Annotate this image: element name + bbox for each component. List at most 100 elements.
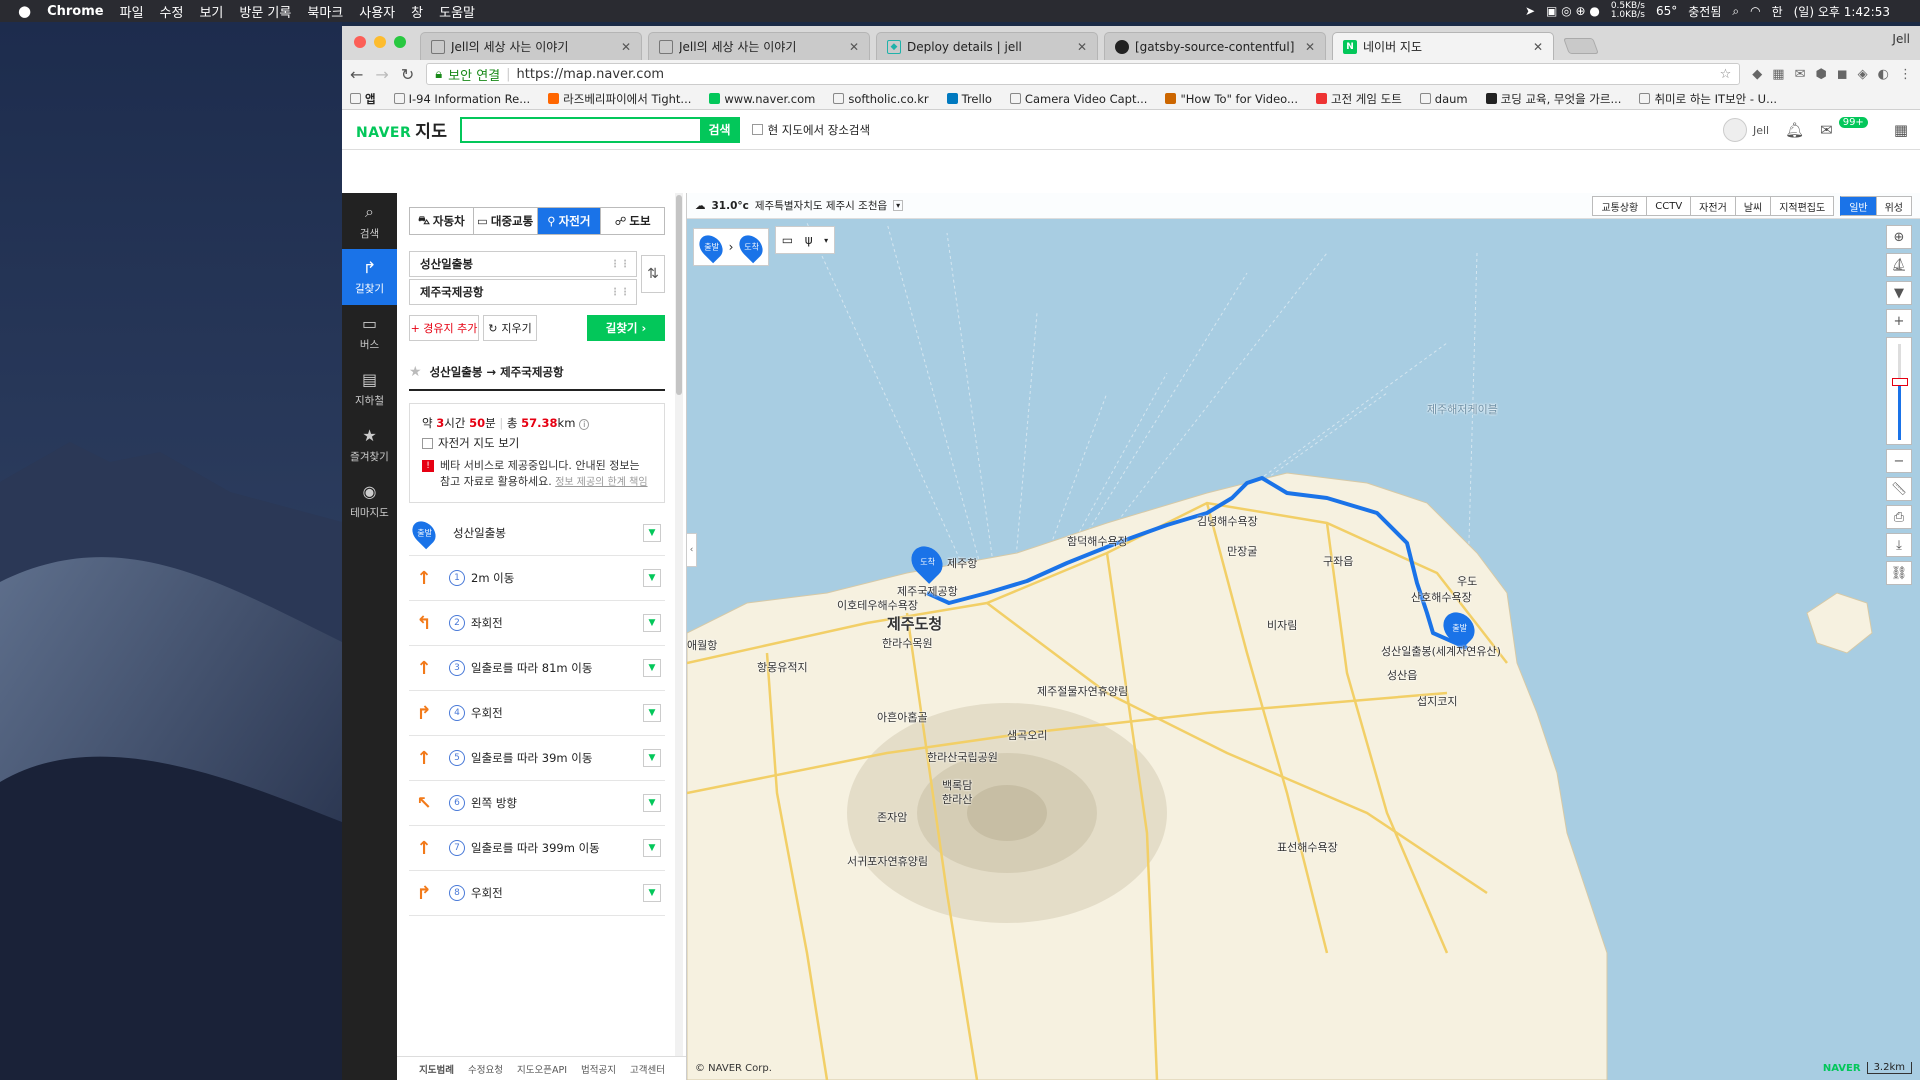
streetview-icon[interactable]: ▼ bbox=[643, 884, 661, 902]
add-waypoint-button[interactable]: + 경유지 추가 bbox=[409, 315, 479, 341]
area-search-checkbox[interactable]: 현 지도에서 장소검색 bbox=[751, 122, 870, 138]
extension-icon[interactable]: ▦ bbox=[1772, 67, 1784, 82]
nav-subway[interactable]: ▤ 지하철 bbox=[342, 361, 397, 417]
map-label[interactable]: 한라수목원 bbox=[882, 635, 933, 651]
map-label[interactable]: 비자림 bbox=[1267, 617, 1297, 633]
clear-button[interactable]: ↻ 지우기 bbox=[483, 315, 537, 341]
extension-icon[interactable]: ◼ bbox=[1837, 67, 1848, 82]
bookmark-item[interactable]: "How To" for Video... bbox=[1165, 92, 1298, 106]
minimize-window-button[interactable] bbox=[374, 36, 386, 48]
menu-bookmarks[interactable]: 북마크 bbox=[307, 2, 343, 21]
naver-logo[interactable]: NAVER 지도 bbox=[356, 117, 448, 142]
menu-history[interactable]: 방문 기록 bbox=[239, 2, 291, 21]
map-view[interactable]: ☁ 31.0°c 제주특별자치도 제주시 조천읍 ▾ 교통상황 CCTV 자전거… bbox=[687, 193, 1920, 1080]
footer-link-legal[interactable]: 법적공지 bbox=[581, 1062, 616, 1076]
bookmark-item[interactable]: www.naver.com bbox=[709, 92, 815, 106]
browser-tab[interactable]: [gatsby-source-contentful] Im ✕ bbox=[1104, 32, 1326, 60]
extension-icon[interactable]: ◆ bbox=[1752, 67, 1762, 82]
footer-link-legend[interactable]: 지도범례 bbox=[419, 1062, 454, 1076]
streetview-icon[interactable]: ▼ bbox=[643, 794, 661, 812]
map-label[interactable]: 제주항 bbox=[947, 555, 977, 571]
route-step[interactable]: ↱ 4 우회전 ▼ bbox=[409, 691, 665, 736]
nav-bus[interactable]: ▭ 버스 bbox=[342, 305, 397, 361]
close-tab-icon[interactable]: ✕ bbox=[1533, 40, 1543, 54]
info-icon[interactable]: i bbox=[579, 419, 590, 430]
nav-theme-map[interactable]: ◉ 테마지도 bbox=[342, 473, 397, 529]
drag-handle-icon[interactable]: ⋮⋮ bbox=[610, 287, 630, 298]
menu-icon[interactable]: ⋮ bbox=[1899, 67, 1912, 82]
swap-button[interactable]: ⇅ bbox=[641, 255, 665, 293]
bookmark-item[interactable]: Trello bbox=[946, 92, 992, 106]
origin-input[interactable]: 성산일출봉 ⋮⋮ bbox=[409, 251, 637, 277]
battery-status[interactable]: 충전됨 bbox=[1688, 3, 1721, 20]
route-step[interactable]: ↑ 1 2m 이동 ▼ bbox=[409, 556, 665, 601]
mode-bicycle[interactable]: ⚲ 자전거 bbox=[537, 208, 602, 234]
link-icon[interactable]: ⛓︎ bbox=[1886, 561, 1912, 585]
map-label[interactable]: 함덕해수욕장 bbox=[1067, 533, 1128, 549]
wifi-icon[interactable]: ◠ bbox=[1750, 4, 1760, 18]
zoom-in-button[interactable]: + bbox=[1886, 309, 1912, 333]
route-step[interactable]: ↑ 3 일출로를 따라 81m 이동 ▼ bbox=[409, 646, 665, 691]
bookmark-item[interactable]: daum bbox=[1419, 92, 1468, 106]
bus-icon[interactable]: ▭ bbox=[782, 233, 793, 247]
menu-edit[interactable]: 수정 bbox=[160, 2, 184, 21]
browser-tab-active[interactable]: N 네이버 지도 ✕ bbox=[1332, 32, 1554, 60]
search-button[interactable]: 검색 bbox=[699, 116, 740, 143]
map-label[interactable]: 만장굴 bbox=[1227, 543, 1257, 559]
address-bar[interactable]: 🔒︎ 보안 연결 | https://map.naver.com ☆ bbox=[426, 63, 1741, 85]
notice-link[interactable]: 정보 제공의 한계 책임 bbox=[555, 477, 647, 488]
streetview-icon[interactable]: ▼ bbox=[643, 749, 661, 767]
mode-walk[interactable]: ☍ 도보 bbox=[601, 208, 664, 234]
favorite-star-icon[interactable]: ★ bbox=[409, 364, 422, 380]
find-route-button[interactable]: 길찾기 › bbox=[587, 315, 665, 341]
input-lang[interactable]: 한 bbox=[1772, 3, 1783, 20]
chevron-down-icon[interactable]: ▾ bbox=[824, 236, 828, 245]
streetview-icon[interactable]: ▼ bbox=[643, 839, 661, 857]
zoom-handle[interactable] bbox=[1892, 378, 1908, 386]
tab-normal[interactable]: 일반 bbox=[1840, 196, 1877, 216]
apple-menu-icon[interactable]: ● bbox=[18, 2, 31, 20]
bookmark-item[interactable]: 라즈베리파이에서 Tight... bbox=[548, 91, 691, 107]
tab-weather[interactable]: 날씨 bbox=[1735, 196, 1772, 216]
route-overview[interactable]: 출발 › 도착 bbox=[693, 228, 769, 266]
profile-name[interactable]: Jell bbox=[1892, 32, 1910, 46]
streetview-icon[interactable]: ▼ bbox=[643, 659, 661, 677]
map-label[interactable]: 표선해수욕장 bbox=[1277, 839, 1338, 855]
map-label[interactable]: 애월항 bbox=[687, 637, 717, 653]
footer-link-api[interactable]: 지도오픈API bbox=[517, 1062, 567, 1076]
download-icon[interactable]: ⤓ bbox=[1886, 533, 1912, 557]
app-menu[interactable]: Chrome bbox=[47, 4, 104, 19]
map-label[interactable]: 우도 bbox=[1457, 573, 1477, 589]
mode-transit[interactable]: ▭ 대중교통 bbox=[474, 208, 538, 234]
streetview-icon[interactable]: ▼ bbox=[643, 569, 661, 587]
browser-tab[interactable]: Jell의 세상 사는 이야기 ✕ bbox=[420, 32, 642, 60]
footer-link-report[interactable]: 수정요청 bbox=[468, 1062, 503, 1076]
restaurant-icon[interactable]: ψ bbox=[805, 233, 813, 247]
browser-tab[interactable]: Jell의 세상 사는 이야기 ✕ bbox=[648, 32, 870, 60]
streetview-icon[interactable]: ▼ bbox=[1886, 281, 1912, 305]
bookmark-item[interactable]: 취미로 하는 IT보안 - U... bbox=[1639, 91, 1777, 107]
sailboat-icon[interactable]: ⛵︎ bbox=[1886, 253, 1912, 277]
tab-cctv[interactable]: CCTV bbox=[1647, 196, 1692, 216]
menu-view[interactable]: 보기 bbox=[199, 2, 223, 21]
map-label[interactable]: 서귀포자연휴양림 bbox=[847, 853, 928, 869]
menu-people[interactable]: 사용자 bbox=[359, 2, 395, 21]
map-label[interactable]: 샘곡오리 bbox=[1007, 727, 1047, 743]
extension-icon[interactable]: ◈ bbox=[1858, 67, 1868, 82]
extension-icon[interactable]: ◐ bbox=[1878, 67, 1889, 82]
location-icon[interactable]: ➤ bbox=[1525, 4, 1535, 18]
bookmark-star-icon[interactable]: ☆ bbox=[1720, 67, 1732, 82]
bell-icon[interactable]: 🔔︎ bbox=[1785, 121, 1804, 139]
back-icon[interactable]: ← bbox=[350, 65, 363, 84]
close-tab-icon[interactable]: ✕ bbox=[1077, 40, 1087, 54]
route-step[interactable]: ↖ 6 왼쪽 방향 ▼ bbox=[409, 781, 665, 826]
nav-directions[interactable]: ↱ 길찾기 bbox=[342, 249, 397, 305]
route-step[interactable]: ↱ 8 우회전 ▼ bbox=[409, 871, 665, 916]
streetview-icon[interactable]: ▼ bbox=[643, 524, 661, 542]
bookmark-item[interactable]: Camera Video Capt... bbox=[1009, 92, 1147, 106]
tab-cadastral[interactable]: 지적편집도 bbox=[1771, 196, 1835, 216]
search-input[interactable] bbox=[459, 116, 700, 143]
route-step[interactable]: ↑ 7 일출로를 따라 399m 이동 ▼ bbox=[409, 826, 665, 871]
mode-car[interactable]: ⛍ 자동차 bbox=[410, 208, 474, 234]
map-label[interactable]: 제주해저케이블 bbox=[1427, 401, 1498, 417]
